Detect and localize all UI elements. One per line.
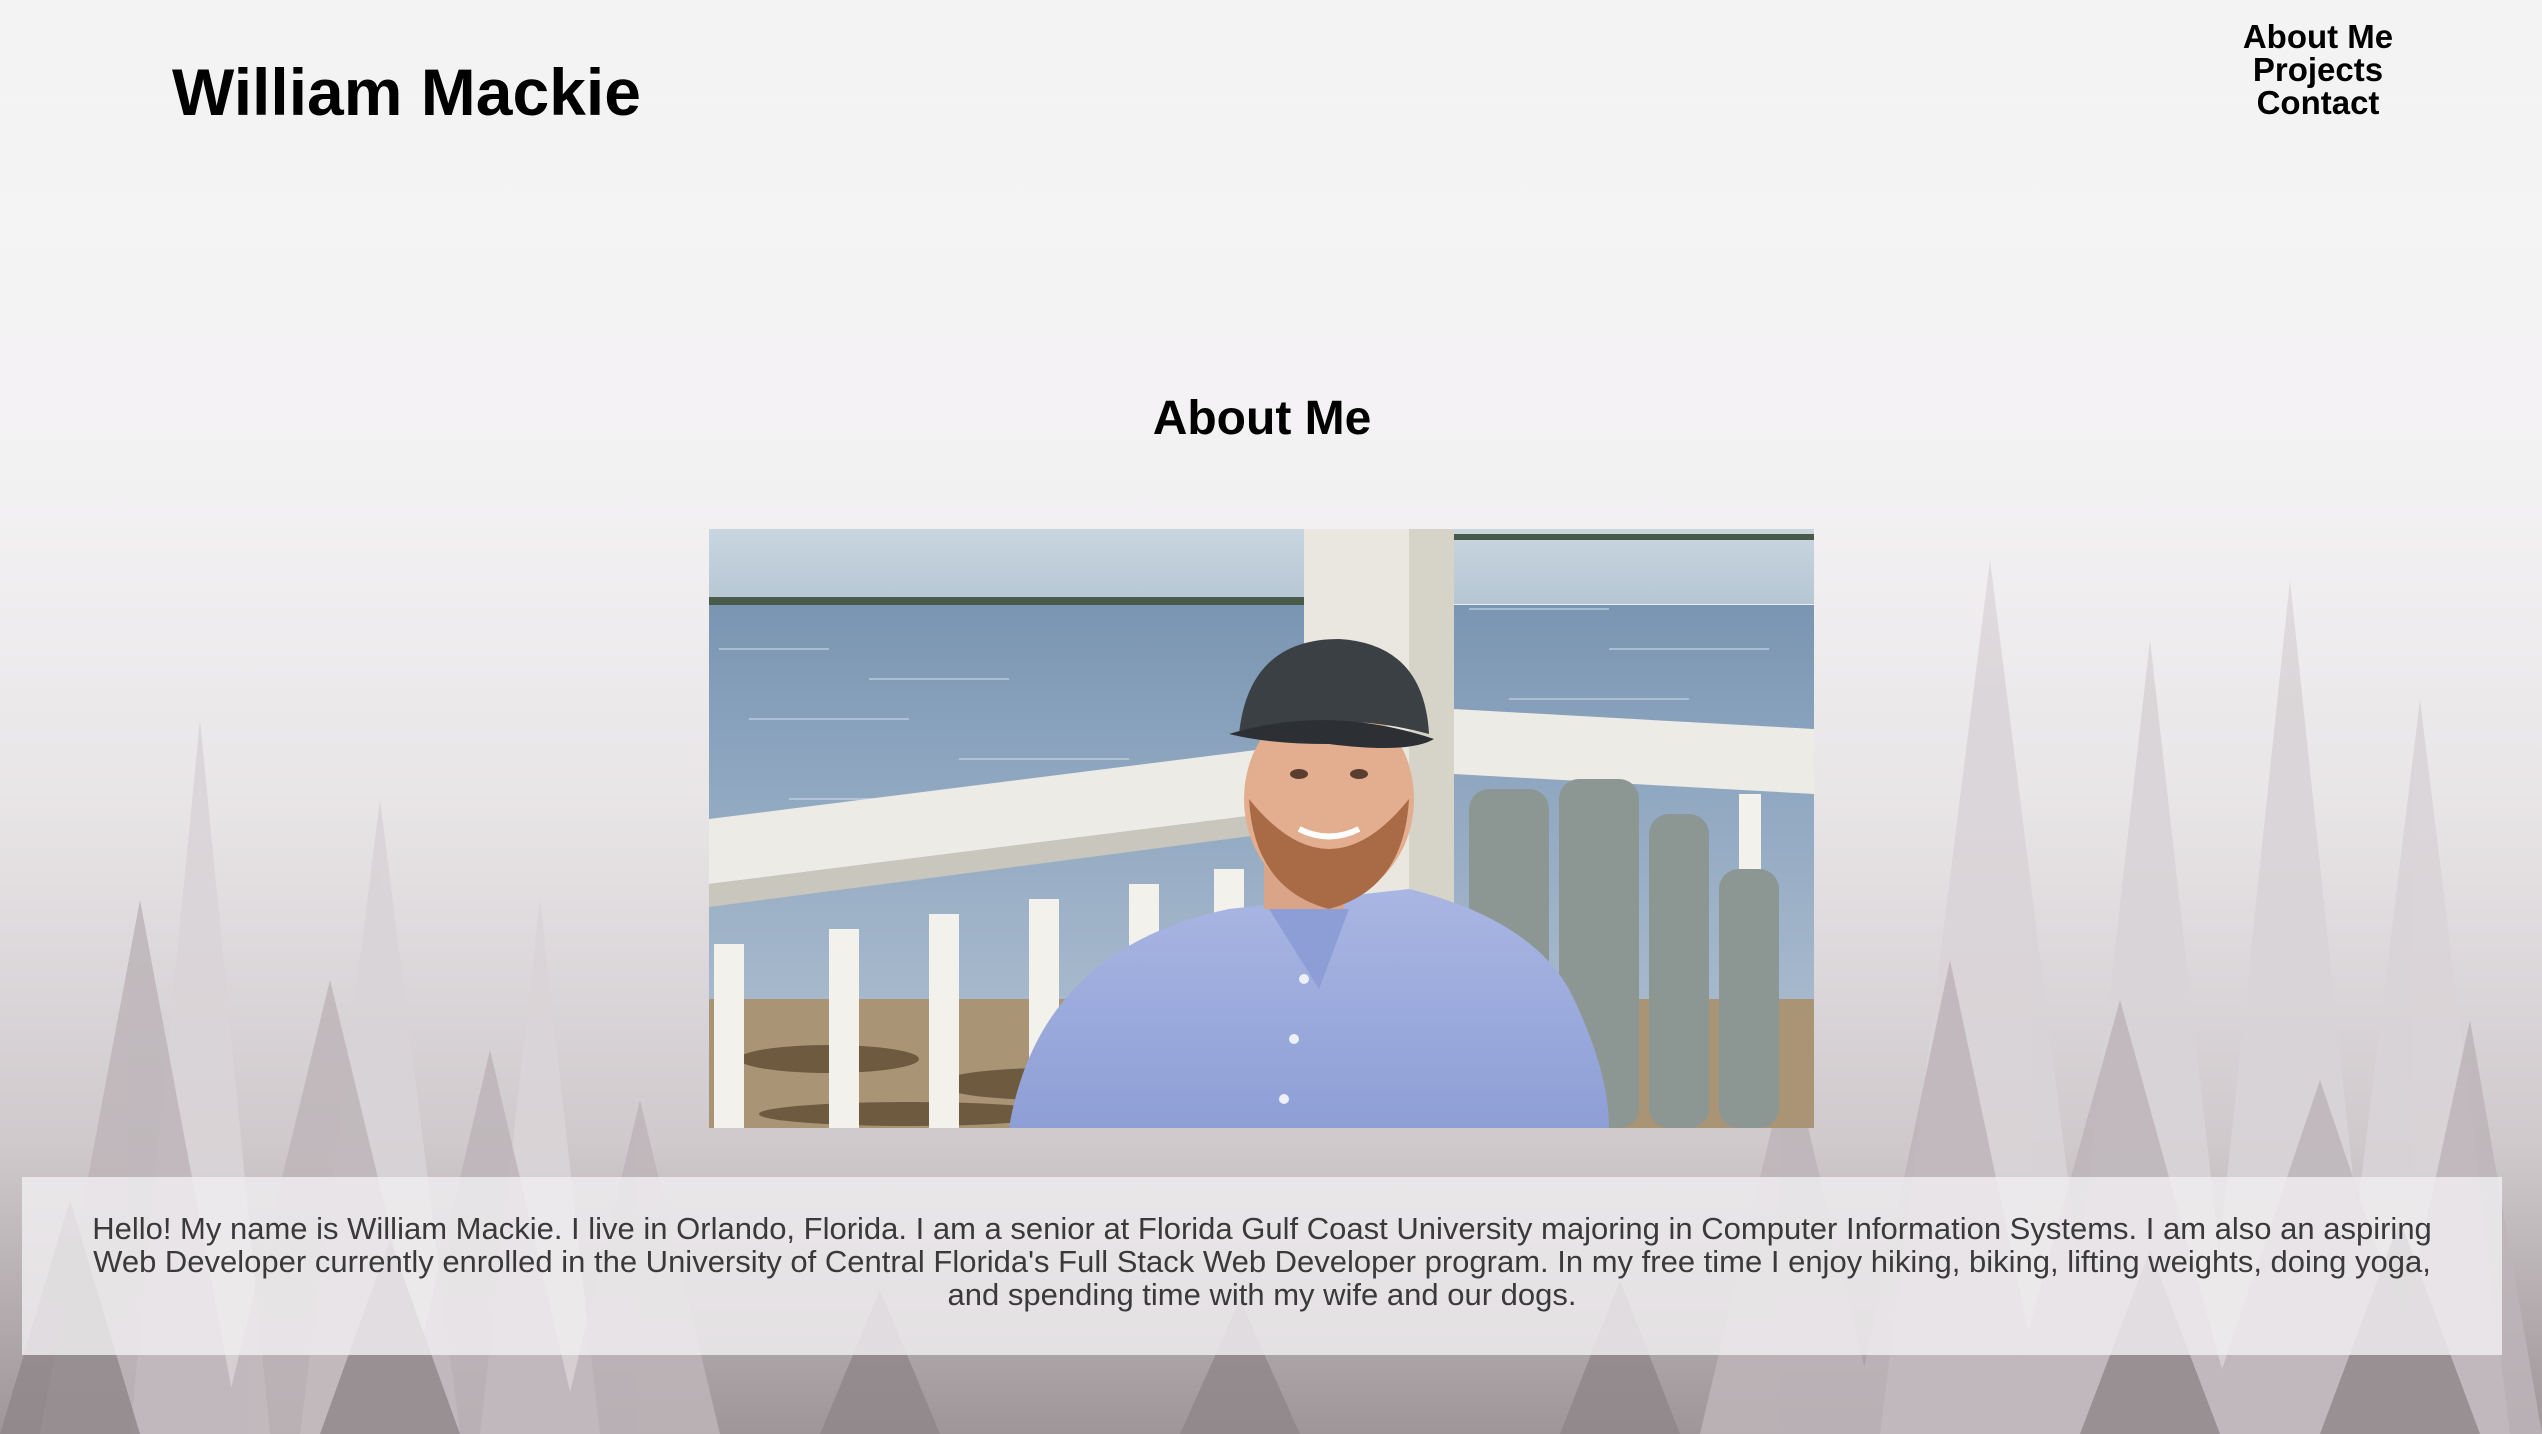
bio-panel: Hello! My name is William Mackie. I live… [22, 1177, 2502, 1355]
about-me-heading: About Me [1152, 392, 1372, 445]
nav-link-contact[interactable]: Contact [2180, 86, 2456, 119]
nav-link-projects[interactable]: Projects [2180, 53, 2456, 86]
site-header: William Mackie About Me Projects Contact [0, 0, 2542, 180]
nav-link-about-me[interactable]: About Me [2180, 20, 2456, 53]
profile-photo [709, 529, 1814, 1128]
main-nav: About Me Projects Contact [2180, 20, 2456, 119]
bio-text: Hello! My name is William Mackie. I live… [92, 1211, 2432, 1312]
site-title[interactable]: William Mackie [172, 52, 641, 132]
